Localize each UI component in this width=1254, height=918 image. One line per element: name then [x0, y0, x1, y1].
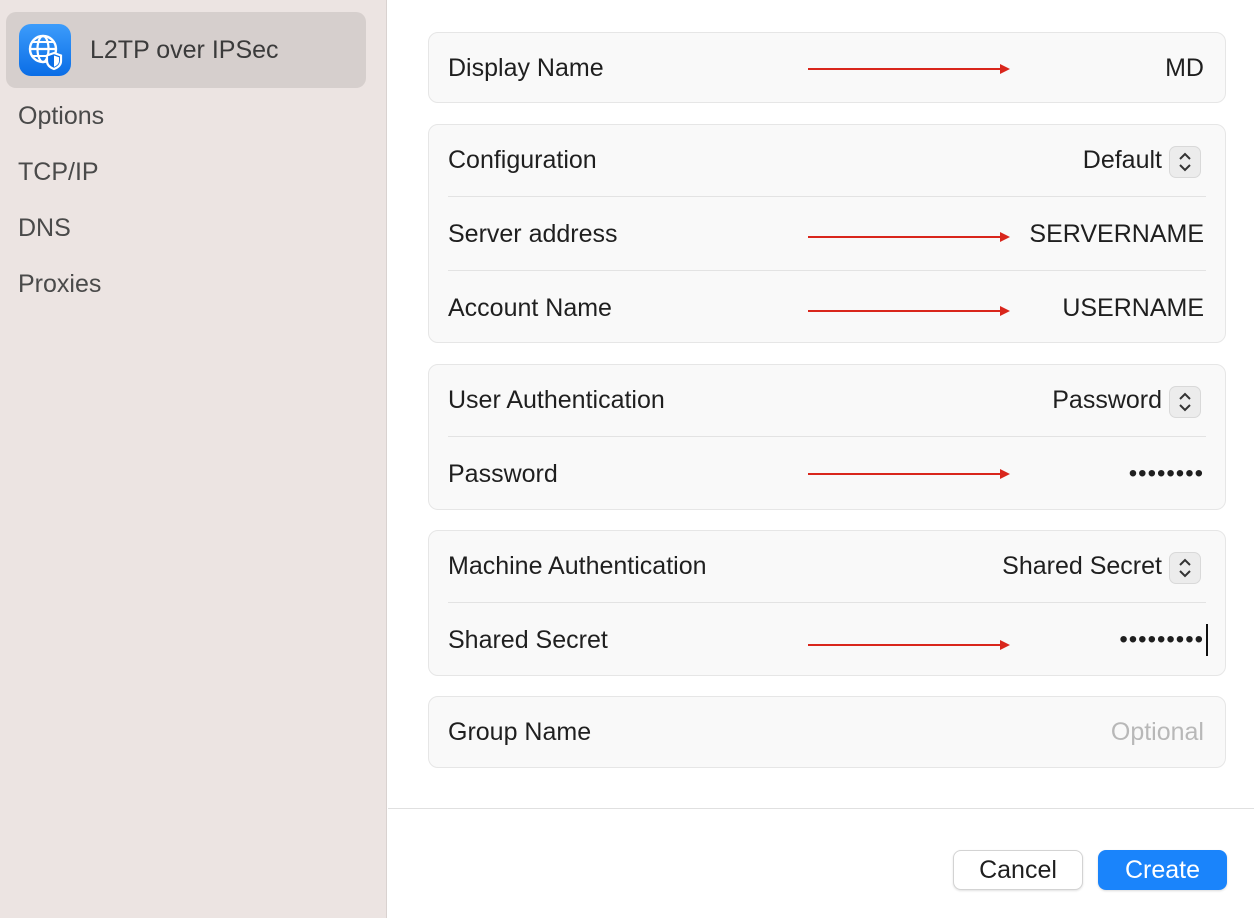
sidebar-item-proxies[interactable]: Proxies: [18, 270, 101, 299]
footer-divider: [388, 808, 1254, 809]
annotation-arrow: [808, 64, 1010, 74]
machine-authentication-select[interactable]: Shared Secret: [1002, 552, 1162, 581]
shared-secret-field[interactable]: •••••••••: [1119, 626, 1204, 654]
user-authentication-popup-button[interactable]: [1169, 386, 1201, 418]
user-authentication-label: User Authentication: [448, 386, 665, 414]
sidebar-item-tcpip[interactable]: TCP/IP: [18, 158, 99, 187]
cancel-button[interactable]: Cancel: [953, 850, 1083, 890]
vpn-globe-shield-icon: [19, 24, 71, 76]
annotation-arrow: [808, 469, 1010, 479]
chevron-up-down-icon: [1179, 392, 1191, 412]
annotation-arrow: [808, 306, 1010, 316]
annotation-arrow: [808, 640, 1010, 650]
divider: [448, 436, 1206, 437]
sidebar-item-options[interactable]: Options: [18, 102, 104, 131]
account-name-field[interactable]: USERNAME: [1062, 294, 1204, 323]
display-name-label: Display Name: [448, 54, 604, 82]
sidebar-item-dns[interactable]: DNS: [18, 214, 71, 243]
chevron-up-down-icon: [1179, 558, 1191, 578]
user-authentication-select[interactable]: Password: [1052, 386, 1162, 415]
display-name-field[interactable]: MD: [1165, 54, 1204, 83]
group-name-field[interactable]: Optional: [1111, 718, 1204, 747]
password-label: Password: [448, 460, 558, 488]
create-button[interactable]: Create: [1098, 850, 1227, 890]
divider: [448, 270, 1206, 271]
annotation-arrow: [808, 232, 1010, 242]
chevron-up-down-icon: [1179, 152, 1191, 172]
server-address-label: Server address: [448, 220, 618, 248]
password-field[interactable]: ••••••••: [1129, 460, 1204, 488]
sidebar-item-label: L2TP over IPSec: [90, 36, 279, 64]
group-name-label: Group Name: [448, 718, 592, 746]
machine-authentication-popup-button[interactable]: [1169, 552, 1201, 584]
text-cursor: [1206, 624, 1208, 656]
divider: [448, 602, 1206, 603]
configuration-select[interactable]: Default: [1083, 146, 1162, 175]
machine-authentication-label: Machine Authentication: [448, 552, 707, 580]
configuration-popup-button[interactable]: [1169, 146, 1201, 178]
account-name-label: Account Name: [448, 294, 612, 322]
configuration-label: Configuration: [448, 146, 597, 174]
shared-secret-label: Shared Secret: [448, 626, 608, 654]
sidebar: L2TP over IPSec Options TCP/IP DNS Proxi…: [0, 0, 387, 918]
divider: [448, 196, 1206, 197]
server-address-field[interactable]: SERVERNAME: [1029, 220, 1204, 249]
